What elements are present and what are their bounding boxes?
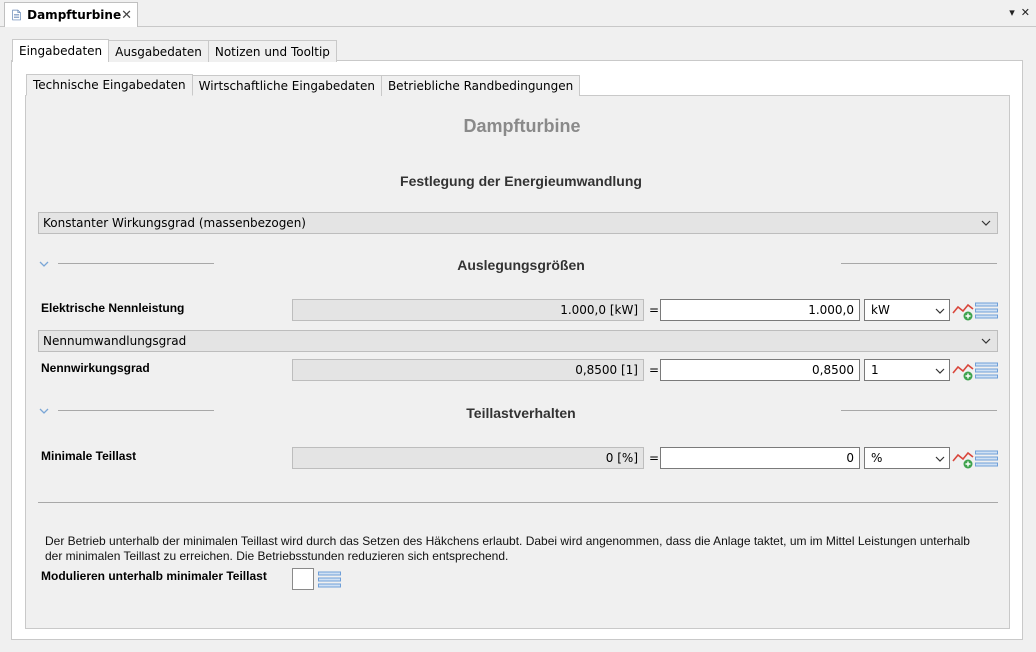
nominal-power-readonly: 1.000,0 [kW]	[292, 299, 644, 321]
page-title: Dampfturbine	[463, 116, 581, 136]
tab-betriebliche-randbedingungen[interactable]: Betriebliche Randbedingungen	[380, 75, 581, 96]
nominal-efficiency-input[interactable]	[660, 359, 860, 381]
trend-add-icon[interactable]	[952, 449, 974, 469]
window-controls: ▾ ✕	[1009, 6, 1030, 19]
list-icon[interactable]	[975, 302, 998, 320]
view-menu-icon[interactable]: ▾	[1009, 6, 1015, 19]
tab-eingabedaten[interactable]: Eingabedaten	[12, 39, 110, 62]
conversion-type-select[interactable]: Nennumwandlungsgrad	[38, 330, 998, 352]
inner-tab-strip: Technische Eingabedaten Wirtschaftliche …	[26, 74, 581, 96]
tab-ausgabedaten[interactable]: Ausgabedaten	[108, 40, 209, 62]
section-divider	[841, 263, 997, 264]
editor-tab-bar: Dampfturbine ✕ ▾ ✕	[0, 0, 1036, 27]
editor-tab-dampfturbine[interactable]: Dampfturbine ✕	[4, 2, 138, 27]
outer-tab-strip: Eingabedaten Ausgabedaten Notizen und To…	[12, 39, 337, 62]
label-elektrische-nennleistung: Elektrische Nennleistung	[41, 301, 185, 315]
unit-value: 1	[871, 363, 879, 377]
close-view-icon[interactable]: ✕	[1021, 6, 1030, 19]
chevron-down-icon	[935, 368, 945, 374]
modulate-checkbox[interactable]	[292, 568, 314, 590]
list-icon[interactable]	[318, 571, 341, 589]
tab-technische-eingabedaten[interactable]: Technische Eingabedaten	[26, 74, 193, 96]
label-modulieren: Modulieren unterhalb minimaler Teillast	[41, 569, 267, 583]
trend-add-icon[interactable]	[952, 301, 974, 321]
section-divider	[38, 502, 998, 503]
chevron-down-icon	[935, 308, 945, 314]
equals-sign: =	[649, 363, 660, 377]
nominal-power-input[interactable]	[660, 299, 860, 321]
list-icon[interactable]	[975, 450, 998, 468]
tab-notizen-und-tooltip[interactable]: Notizen und Tooltip	[207, 40, 337, 62]
min-partload-input[interactable]	[660, 447, 860, 469]
trend-add-icon[interactable]	[952, 361, 974, 381]
tab-close-icon[interactable]: ✕	[121, 8, 132, 23]
unit-value: kW	[871, 303, 890, 317]
editor-tab-title: Dampfturbine	[27, 8, 122, 22]
tab-wirtschaftliche-eingabedaten[interactable]: Wirtschaftliche Eingabedaten	[191, 75, 382, 96]
nominal-efficiency-readonly: 0,8500 [1]	[292, 359, 644, 381]
info-line-2: der minimalen Teillast zu erreichen. Die…	[45, 549, 509, 563]
unit-value: %	[871, 451, 883, 465]
chevron-down-icon	[935, 456, 945, 462]
nominal-power-unit-select[interactable]: kW	[864, 299, 950, 321]
label-nennwirkungsgrad: Nennwirkungsgrad	[41, 361, 150, 375]
section-divider	[841, 410, 997, 411]
energy-conversion-select[interactable]: Konstanter Wirkungsgrad (massenbezogen)	[38, 212, 998, 234]
document-icon	[12, 9, 21, 21]
min-partload-unit-select[interactable]: %	[864, 447, 950, 469]
energy-conversion-selected: Konstanter Wirkungsgrad (massenbezogen)	[43, 216, 306, 230]
min-partload-readonly: 0 [%]	[292, 447, 644, 469]
equals-sign: =	[649, 451, 660, 465]
info-line-1: Der Betrieb unterhalb der minimalen Teil…	[45, 534, 970, 548]
chevron-down-icon	[981, 220, 991, 226]
section-title-teillastverhalten: Teillastverhalten	[466, 405, 576, 421]
list-icon[interactable]	[975, 362, 998, 380]
nominal-efficiency-unit-select[interactable]: 1	[864, 359, 950, 381]
conversion-type-selected: Nennumwandlungsgrad	[43, 334, 187, 348]
equals-sign: =	[649, 303, 660, 317]
label-minimale-teillast: Minimale Teillast	[41, 449, 137, 463]
partload-info-text: Der Betrieb unterhalb der minimalen Teil…	[45, 534, 1005, 564]
section-title-energieumwandlung: Festlegung der Energieumwandlung	[400, 173, 642, 189]
chevron-down-icon	[981, 338, 991, 344]
section-title-auslegungsgroessen: Auslegungsgrößen	[457, 257, 585, 273]
